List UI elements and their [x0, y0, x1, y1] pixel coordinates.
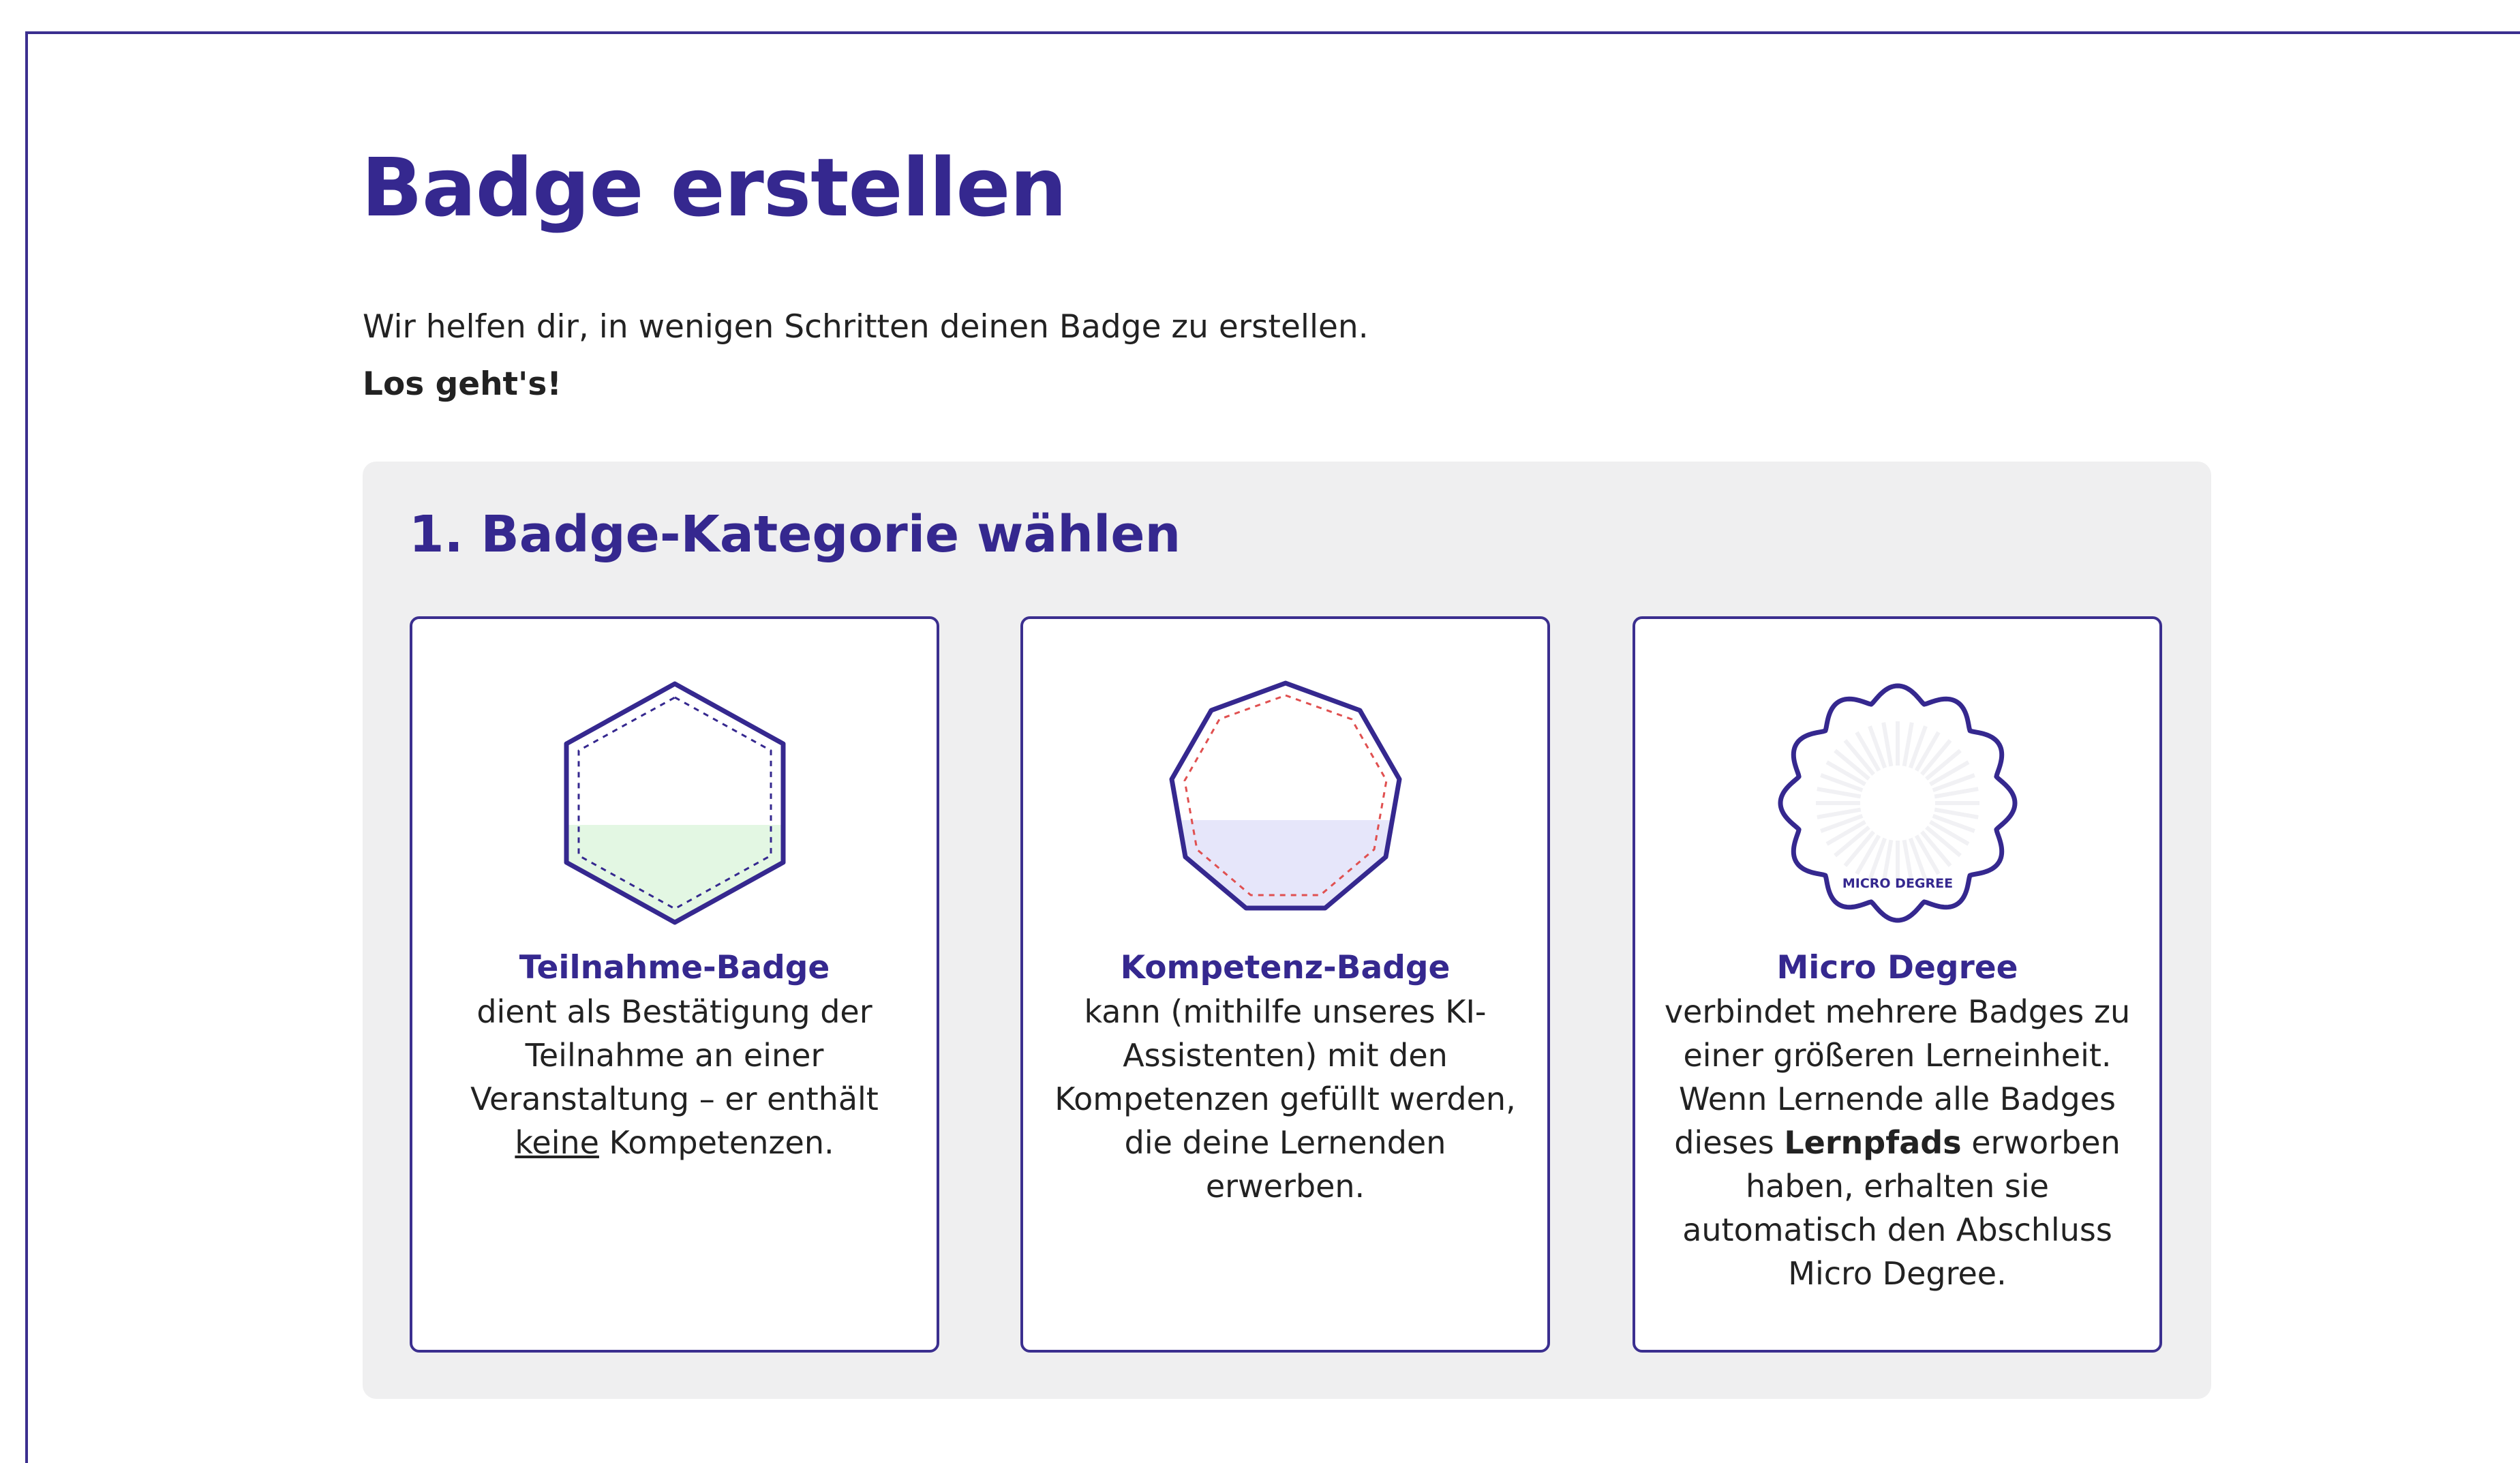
intro-callout: Los geht's! — [363, 365, 562, 403]
rosette-ray — [1816, 787, 1861, 799]
category-card-participation[interactable]: Teilnahme-Badge dient als Bestätigung de… — [410, 616, 939, 1353]
rosette-ray — [1902, 722, 1914, 767]
emphasis-lernpfads: Lernpfads — [1784, 1124, 1962, 1161]
micro-degree-badge-label: MICRO DEGREE — [1842, 876, 1952, 891]
card-title: Micro Degree — [1776, 949, 2018, 986]
page-title: Badge erstellen — [361, 140, 1067, 235]
nonagon-badge-icon — [1169, 680, 1401, 911]
card-description: verbindet mehrere Badges zu einer größer… — [1664, 993, 2131, 1292]
card-description: dient als Bestätigung der Teilnahme an e… — [470, 993, 879, 1161]
rosette-badge-icon: MICRO DEGREE — [1778, 683, 2017, 923]
emphasis-keine: keine — [515, 1124, 599, 1161]
intro-text: Wir helfen dir, in wenigen Schritten dei… — [363, 308, 1369, 346]
rosette-ray — [1816, 807, 1861, 819]
rosette-ray — [1934, 787, 1979, 799]
section-title: 1. Badge-Kategorie wählen — [409, 505, 1181, 564]
rosette-ray — [1934, 807, 1979, 819]
rosette-ray — [1881, 722, 1893, 767]
category-card-competency[interactable]: Kompetenz-Badge kann (mithilfe unseres K… — [1020, 616, 1550, 1353]
category-card-micro-degree[interactable]: MICRO DEGREE Micro Degree verbindet mehr… — [1633, 616, 2162, 1353]
card-description: kann (mithilfe unseres KI-Assistenten) m… — [1054, 993, 1516, 1205]
hexagon-badge-icon — [564, 681, 785, 925]
card-title: Teilnahme-Badge — [519, 949, 830, 986]
card-title: Kompetenz-Badge — [1120, 949, 1451, 986]
